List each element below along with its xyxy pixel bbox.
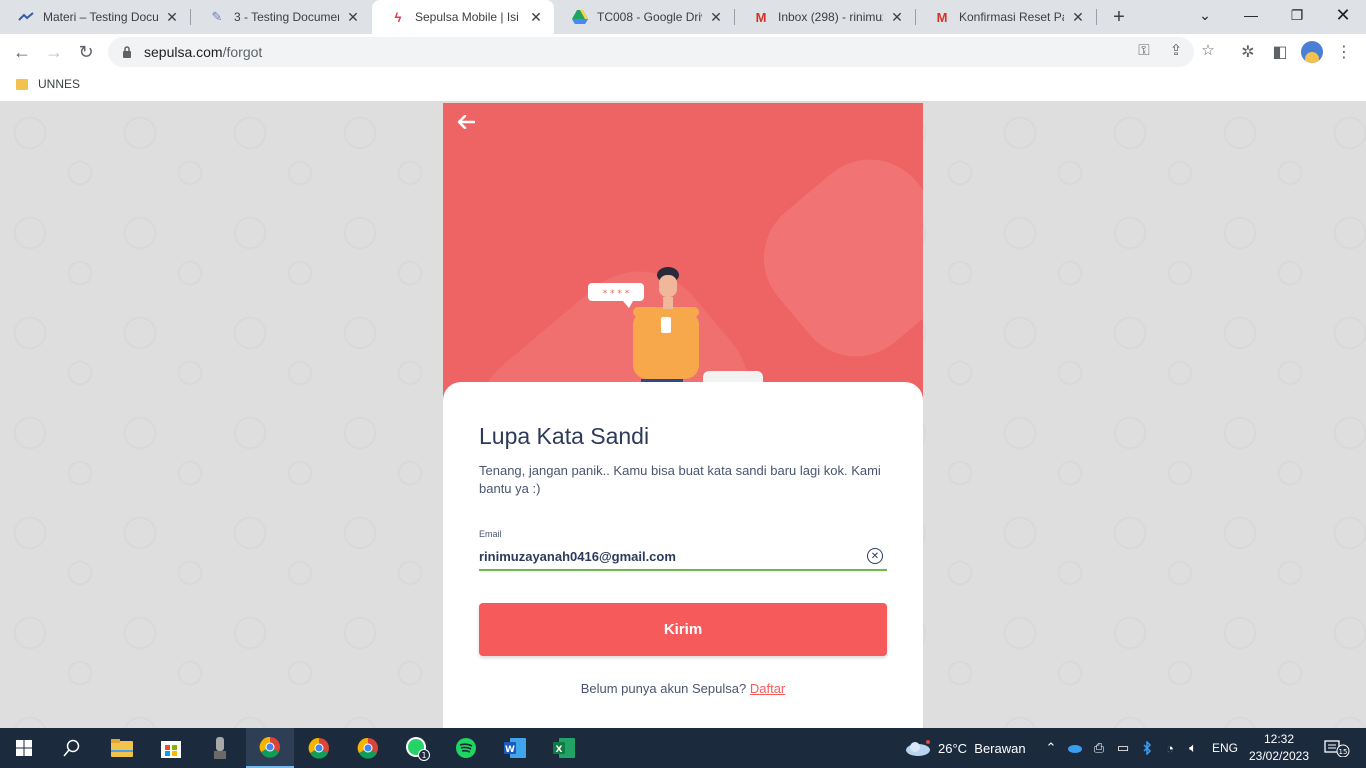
windows-taskbar: 1 W X 26°C Berawan ⌃ ⎙ ▭ ◔ 🔈︎ ENG 12:32 … bbox=[0, 728, 1366, 768]
tab-sepulsa[interactable]: ϟ Sepulsa Mobile | Isi Ul ✕ bbox=[372, 0, 554, 34]
share-icon[interactable]: ⇪ bbox=[1167, 41, 1185, 59]
email-field[interactable]: rinimuzayanah0416@gmail.com ✕ bbox=[479, 543, 887, 571]
page-background: * * * * Lupa Kata Sandi Tenang, jangan p… bbox=[0, 103, 1366, 728]
language-indicator[interactable]: ENG bbox=[1212, 741, 1238, 755]
close-window-button[interactable]: ✕ bbox=[1320, 0, 1366, 30]
close-icon[interactable]: ✕ bbox=[528, 9, 544, 25]
tab-gmail-inbox[interactable]: M Inbox (298) - rinimuza ✕ bbox=[735, 0, 915, 34]
side-panel-icon[interactable]: ◧ bbox=[1270, 42, 1290, 62]
meet-now-icon[interactable]: ⎙ bbox=[1091, 740, 1107, 756]
notepad-favicon: ✎ bbox=[211, 9, 223, 24]
register-link[interactable]: Daftar bbox=[750, 681, 785, 696]
chrome-icon[interactable] bbox=[246, 728, 294, 768]
key-icon[interactable]: ⚿ bbox=[1135, 41, 1153, 59]
google-drive-favicon bbox=[572, 9, 588, 25]
tab-search-chevron-icon[interactable]: ⌄ bbox=[1182, 0, 1228, 30]
clock-time[interactable]: 12:32 bbox=[1250, 732, 1308, 746]
microphone-app-icon[interactable] bbox=[196, 728, 244, 768]
menu-kebab-icon[interactable]: ⋮ bbox=[1334, 42, 1354, 62]
tab-title: 3 - Testing Documenta bbox=[234, 10, 339, 24]
excel-icon[interactable]: X bbox=[540, 728, 588, 768]
speech-bubble-text: * * * * bbox=[603, 289, 630, 299]
profile-avatar[interactable] bbox=[1301, 41, 1323, 63]
address-bar[interactable]: sepulsa.com/forgot bbox=[108, 37, 1194, 67]
forgot-password-card: * * * * Lupa Kata Sandi Tenang, jangan p… bbox=[443, 103, 923, 728]
forward-button[interactable]: → bbox=[40, 38, 68, 66]
wifi-icon[interactable]: ◔ bbox=[1162, 740, 1178, 756]
whatsapp-badge: 1 bbox=[421, 751, 426, 760]
back-button[interactable]: ← bbox=[8, 38, 36, 66]
tab-title: Sepulsa Mobile | Isi Ul bbox=[415, 10, 522, 24]
clear-input-icon[interactable]: ✕ bbox=[867, 548, 883, 564]
battery-icon[interactable]: ▭ bbox=[1115, 740, 1131, 756]
submit-button[interactable]: Kirim bbox=[479, 603, 887, 656]
sepulsa-favicon: ϟ bbox=[394, 9, 402, 25]
hero-banner: * * * * bbox=[443, 103, 923, 403]
materi-favicon bbox=[18, 9, 34, 25]
notification-count: 15 bbox=[1339, 748, 1348, 756]
page-title: Lupa Kata Sandi bbox=[479, 423, 650, 449]
windows-start-icon[interactable] bbox=[0, 728, 48, 768]
minimize-button[interactable]: — bbox=[1228, 0, 1274, 30]
tab-testing-documentation[interactable]: ✎ 3 - Testing Documenta ✕ bbox=[191, 0, 371, 34]
tab-title: TC008 - Google Drive bbox=[597, 10, 702, 24]
browser-toolbar: ← → ↻ sepulsa.com/forgot ⚿ ⇪ ☆ ✲ ◧ ⋮ bbox=[0, 34, 1366, 70]
lock-icon bbox=[120, 45, 134, 59]
spotify-icon[interactable] bbox=[442, 728, 490, 768]
weather-text[interactable]: 26°C Berawan bbox=[938, 741, 1026, 756]
notification-center-icon[interactable]: 15 bbox=[1322, 740, 1352, 757]
volume-icon[interactable]: 🔈︎ bbox=[1185, 740, 1201, 756]
bookmarks-bar: UNNES bbox=[0, 70, 1366, 102]
close-icon[interactable]: ✕ bbox=[164, 9, 180, 25]
tab-title: Konfirmasi Reset Pass bbox=[959, 10, 1064, 24]
chevron-up-icon[interactable]: ⌃ bbox=[1043, 740, 1059, 756]
file-explorer-icon[interactable] bbox=[98, 728, 146, 768]
back-arrow-icon[interactable] bbox=[455, 111, 477, 133]
bookmark-unnes[interactable]: UNNES bbox=[16, 77, 80, 91]
email-value[interactable]: rinimuzayanah0416@gmail.com bbox=[479, 549, 867, 564]
register-prompt: Belum punya akun Sepulsa? Daftar bbox=[443, 681, 923, 696]
onedrive-icon[interactable] bbox=[1066, 740, 1082, 756]
word-icon[interactable]: W bbox=[491, 728, 539, 768]
search-icon[interactable] bbox=[48, 728, 96, 768]
restore-button[interactable]: ❐ bbox=[1274, 0, 1320, 30]
folder-icon bbox=[16, 78, 28, 90]
extensions-icon[interactable]: ✲ bbox=[1238, 42, 1258, 62]
chrome-profile-3-icon[interactable] bbox=[344, 728, 392, 768]
bookmark-label: UNNES bbox=[38, 77, 81, 91]
whatsapp-icon[interactable]: 1 bbox=[393, 728, 441, 768]
tab-konfirmasi-reset[interactable]: M Konfirmasi Reset Pass ✕ bbox=[916, 0, 1096, 34]
bookmark-star-icon[interactable]: ☆ bbox=[1199, 41, 1217, 59]
close-icon[interactable]: ✕ bbox=[889, 9, 905, 25]
gmail-favicon: M bbox=[755, 9, 767, 25]
close-icon[interactable]: ✕ bbox=[345, 9, 361, 25]
tab-title: Inbox (298) - rinimuza bbox=[778, 10, 883, 24]
register-prompt-text: Belum punya akun Sepulsa? bbox=[580, 681, 747, 696]
chrome-profile-2-icon[interactable] bbox=[295, 728, 343, 768]
svg-text:W: W bbox=[505, 745, 515, 755]
close-icon[interactable]: ✕ bbox=[1070, 9, 1086, 25]
page-description: Tenang, jangan panik.. Kamu bisa buat ka… bbox=[479, 463, 881, 496]
url-text: sepulsa.com/forgot bbox=[144, 44, 263, 60]
clock-date[interactable]: 23/02/2023 bbox=[1248, 749, 1310, 763]
tab-strip: Materi – Testing Docu ✕ ✎ 3 - Testing Do… bbox=[0, 0, 1366, 34]
tab-materi[interactable]: Materi – Testing Docu ✕ bbox=[0, 0, 190, 34]
svg-text:X: X bbox=[556, 745, 563, 755]
weather-cloud-icon[interactable] bbox=[904, 740, 932, 756]
bluetooth-icon[interactable] bbox=[1139, 740, 1155, 756]
gmail-favicon: M bbox=[936, 9, 948, 25]
tab-title: Materi – Testing Docu bbox=[43, 10, 158, 24]
reload-button[interactable]: ↻ bbox=[72, 38, 100, 66]
email-label: Email bbox=[479, 529, 502, 539]
tab-google-drive[interactable]: TC008 - Google Drive ✕ bbox=[554, 0, 734, 34]
close-icon[interactable]: ✕ bbox=[708, 9, 724, 25]
microsoft-store-icon[interactable] bbox=[147, 728, 195, 768]
new-tab-button[interactable]: + bbox=[1107, 5, 1131, 29]
